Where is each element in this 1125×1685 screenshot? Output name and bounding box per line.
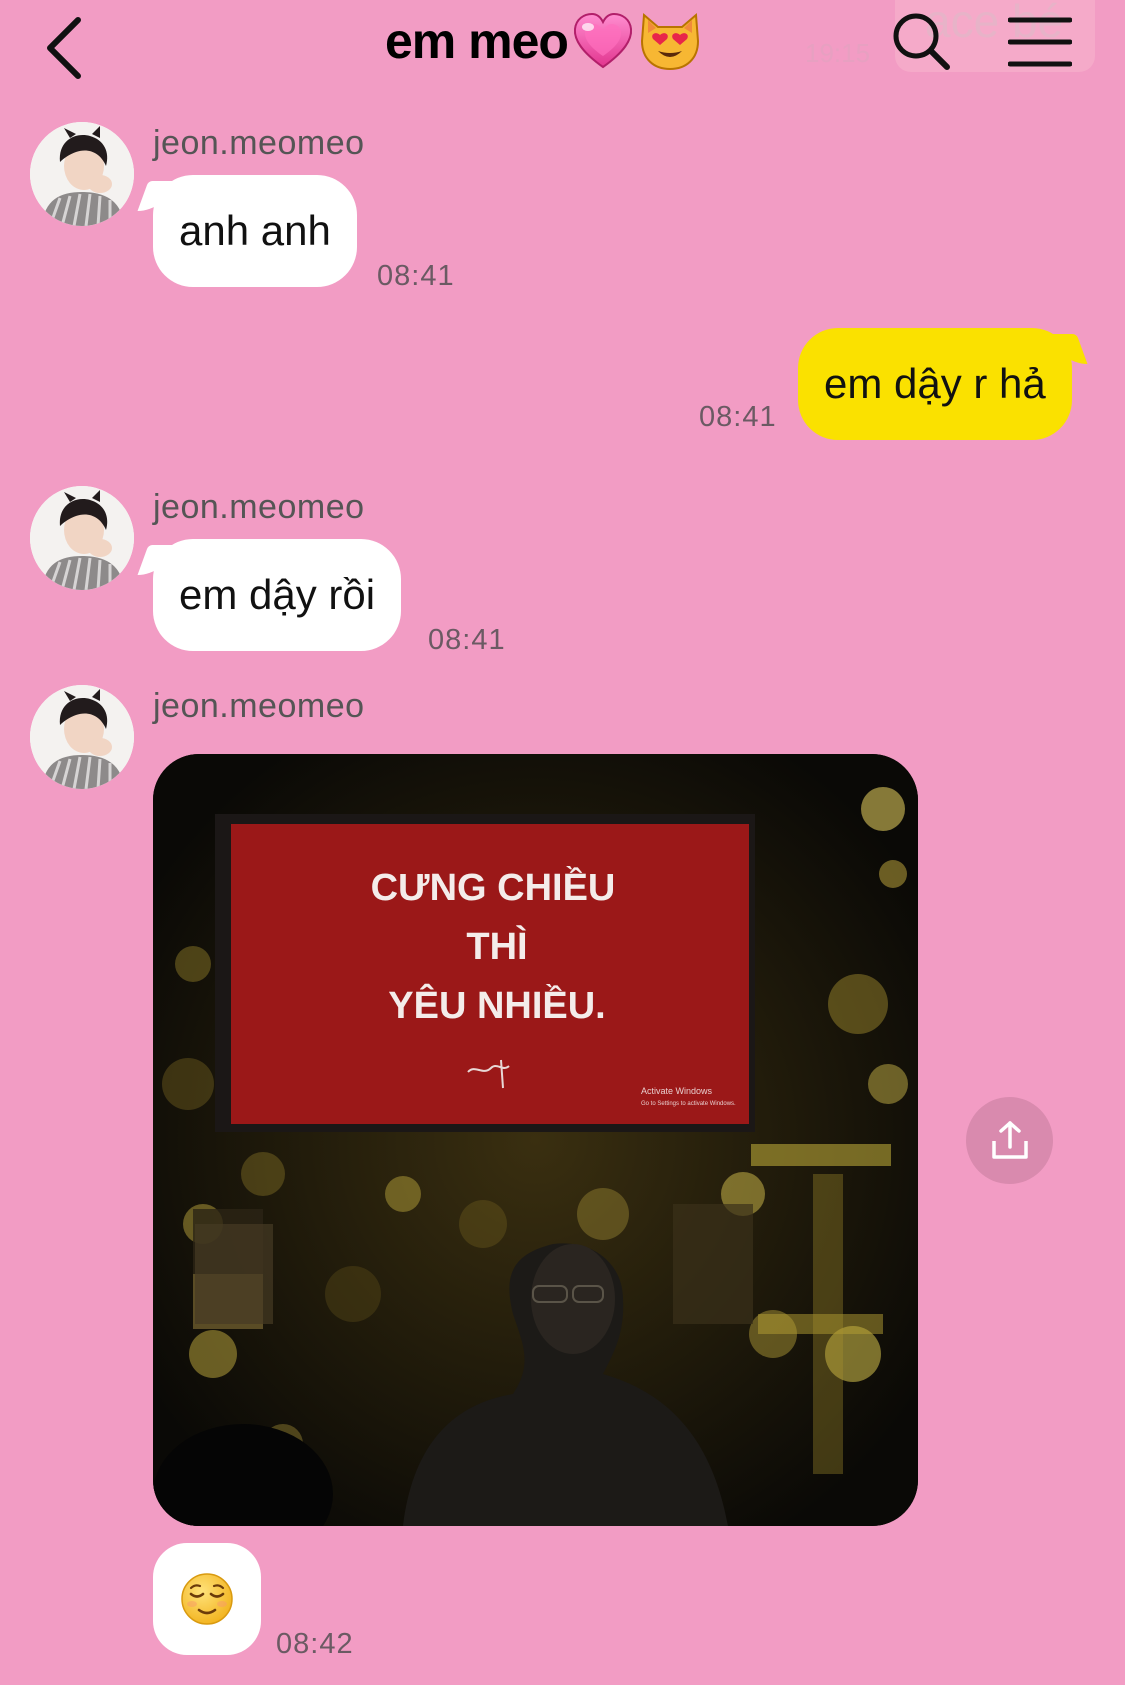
- photo-message[interactable]: CƯNG CHIỀU THÌ YÊU NHIỀU. Activate Windo…: [153, 754, 918, 1526]
- message-time: 08:42: [276, 1628, 354, 1660]
- menu-button[interactable]: [1007, 14, 1073, 70]
- chat-header: em meo 19:15 ace bé: [0, 0, 1125, 95]
- profile-photo: [30, 486, 134, 590]
- message-text: em dậy rồi: [179, 571, 376, 618]
- message-text: em dậy r hả: [824, 360, 1046, 407]
- message-bubble[interactable]: em dậy rồi: [153, 539, 402, 651]
- sender-name: jeon.meomeo: [153, 488, 365, 526]
- heart-icon: [573, 12, 632, 69]
- relieved-face-icon: [181, 1573, 233, 1625]
- avatar[interactable]: [30, 486, 134, 590]
- hamburger-menu-icon: [1007, 17, 1073, 67]
- avatar[interactable]: [30, 685, 134, 789]
- message-bubble[interactable]: anh anh: [153, 175, 357, 287]
- sign-text-line-3: YÊU NHIỀU.: [388, 983, 605, 1027]
- sender-name: jeon.meomeo: [153, 124, 365, 162]
- ghost-timestamp: 19:15: [805, 38, 871, 68]
- sign-text-line-1: CƯNG CHIỀU: [371, 865, 616, 909]
- sign-text-line-2: THÌ: [466, 924, 527, 968]
- message-time: 08:41: [428, 624, 506, 656]
- my-message-bubble[interactable]: em dậy r hả: [798, 328, 1072, 440]
- photo-content: CƯNG CHIỀU THÌ YÊU NHIỀU. Activate Windo…: [153, 754, 918, 1526]
- back-button[interactable]: [40, 10, 100, 80]
- profile-photo: [30, 685, 134, 789]
- watermark-title: Activate Windows: [641, 1086, 713, 1096]
- search-button[interactable]: [890, 10, 952, 72]
- sticker-message[interactable]: [153, 1543, 261, 1655]
- share-icon: [991, 1120, 1028, 1159]
- chevron-left-icon: [47, 17, 81, 79]
- share-button[interactable]: [966, 1097, 1053, 1184]
- message-text: anh anh: [179, 207, 331, 254]
- profile-photo: [30, 122, 134, 226]
- message-time: 08:41: [377, 260, 455, 292]
- heart-eyes-cat-icon: [640, 12, 699, 71]
- message-time: 08:41: [699, 401, 777, 433]
- watermark-subtitle: Go to Settings to activate Windows.: [641, 1101, 736, 1107]
- chat-title-text: em meo: [385, 13, 569, 69]
- avatar[interactable]: [30, 122, 134, 226]
- search-icon: [893, 13, 950, 70]
- sender-name: jeon.meomeo: [153, 687, 365, 725]
- chat-title: em meo: [385, 6, 702, 76]
